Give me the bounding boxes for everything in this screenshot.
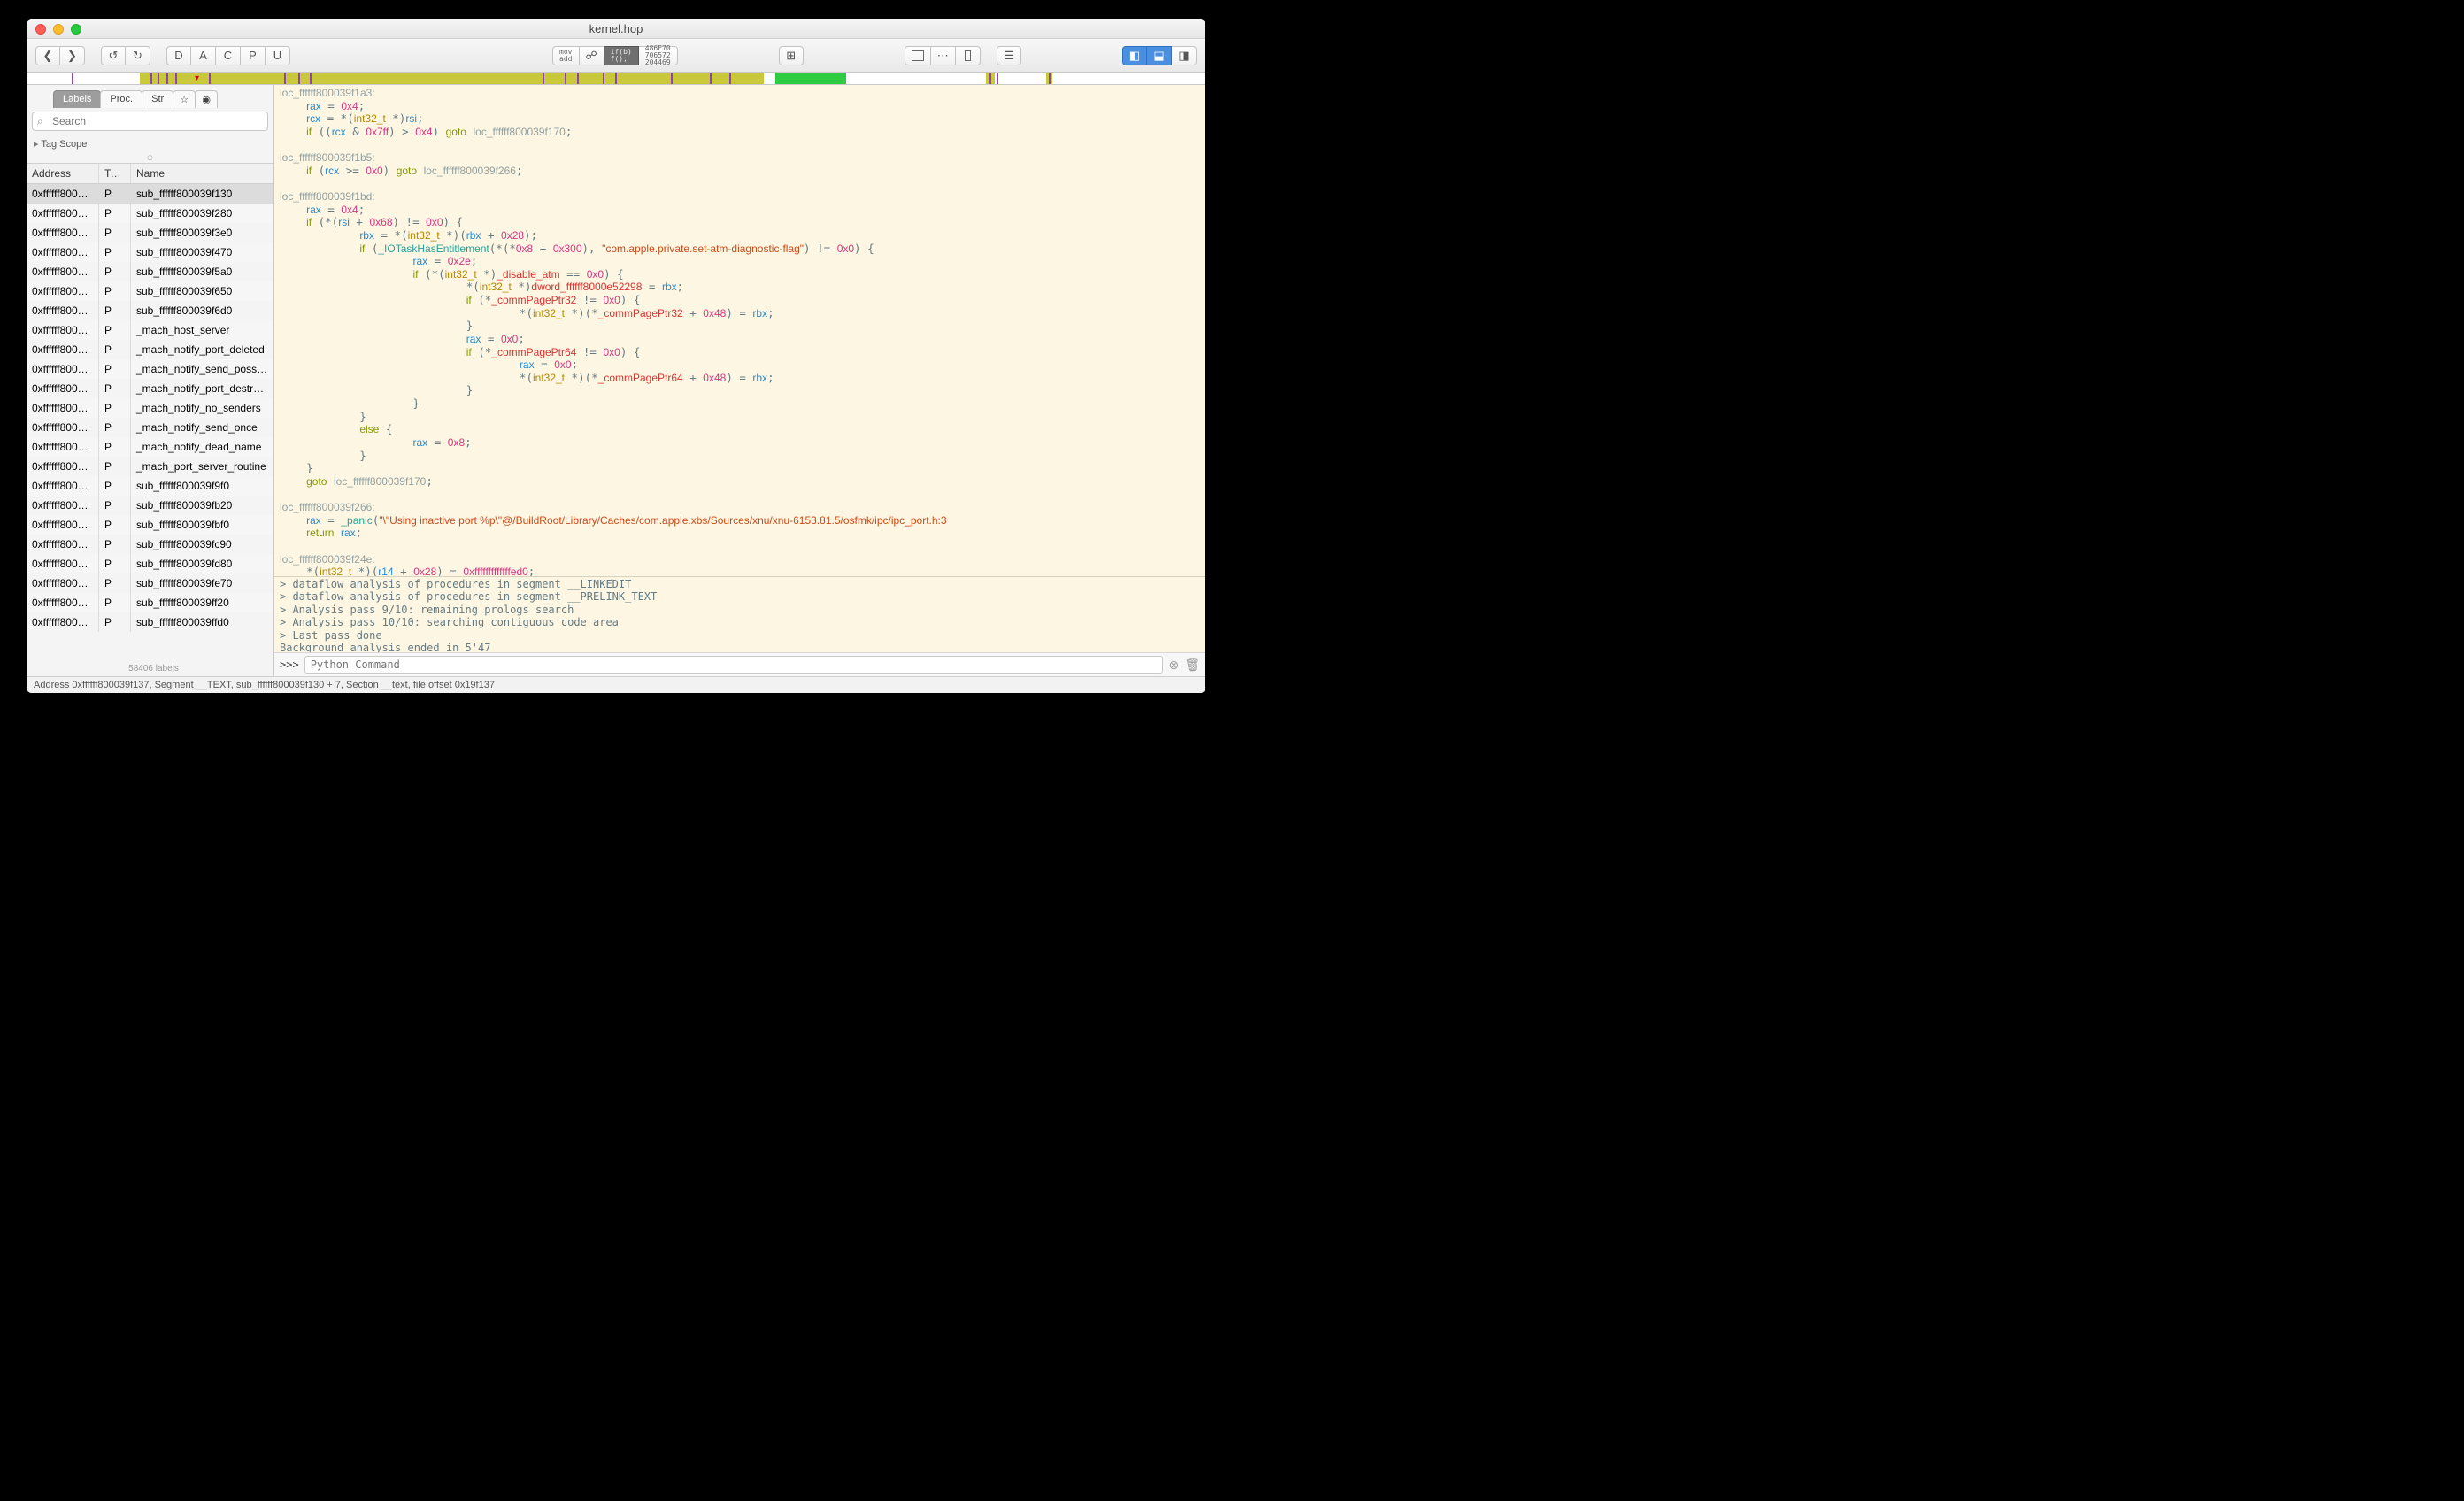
- asm-mode-button[interactable]: movadd: [552, 46, 579, 65]
- inspector-group: ◧ ⬓ ◨: [1122, 46, 1197, 65]
- panel-b-button[interactable]: ☰: [997, 46, 1021, 65]
- navigation-strip[interactable]: ▾: [27, 73, 1205, 85]
- dacpu-group: D A C P U: [166, 46, 290, 65]
- list-item[interactable]: 0xffffff8000…Psub_ffffff800039f650: [27, 281, 273, 301]
- list-item[interactable]: 0xffffff8000…Psub_ffffff800039f6d0: [27, 301, 273, 320]
- search-input[interactable]: [32, 112, 268, 131]
- bottom-panel-button[interactable]: ⬓: [1147, 46, 1172, 65]
- list-item[interactable]: 0xffffff8000…P_mach_port_server_routine: [27, 457, 273, 476]
- forward-button[interactable]: ❯: [60, 46, 85, 65]
- mark-undef-button[interactable]: U: [266, 46, 290, 65]
- list-item[interactable]: 0xffffff8000…Psub_ffffff800039ff20: [27, 593, 273, 612]
- list-item[interactable]: 0xffffff8000…Psub_ffffff800039fc90: [27, 535, 273, 554]
- labels-list: 0xffffff8000…Psub_ffffff800039f1300xffff…: [27, 184, 273, 661]
- undo-button[interactable]: ↺: [101, 46, 126, 65]
- list-item[interactable]: 0xffffff8000…Psub_ffffff800039fe70: [27, 573, 273, 593]
- panel-a1-button[interactable]: [905, 46, 931, 65]
- cpu-icon[interactable]: ⊞: [779, 46, 804, 65]
- command-line: >>> ⊗ 🗑: [274, 652, 1205, 676]
- list-item[interactable]: 0xffffff8000…P_mach_notify_send_possi…: [27, 359, 273, 379]
- sidebar: Labels Proc. Str ☆ ◉ ⌕ Tag Scope ⊙ Addre…: [27, 85, 274, 676]
- prompt-label: >>>: [280, 658, 299, 671]
- right-panel-button[interactable]: ◨: [1172, 46, 1197, 65]
- list-item[interactable]: 0xffffff8000…P_mach_notify_no_senders: [27, 398, 273, 418]
- back-button[interactable]: ❮: [35, 46, 60, 65]
- search-icon: ⌕: [37, 115, 43, 128]
- cfg-mode-button[interactable]: ☍: [580, 46, 604, 65]
- left-panel-button[interactable]: ◧: [1122, 46, 1147, 65]
- window-title: kernel.hop: [27, 22, 1205, 35]
- list-item[interactable]: 0xffffff8000…P_mach_notify_dead_name: [27, 437, 273, 457]
- list-item[interactable]: 0xffffff8000…Psub_ffffff800039f130: [27, 184, 273, 204]
- list-item[interactable]: 0xffffff8000…Psub_ffffff800039fb20: [27, 496, 273, 515]
- sidebar-tabs: Labels Proc. Str ☆ ◉: [27, 85, 273, 108]
- panel-a2-button[interactable]: [931, 46, 956, 65]
- clear-icon[interactable]: ⊗: [1168, 658, 1179, 673]
- python-command-input[interactable]: [304, 656, 1164, 674]
- tab-tags[interactable]: ◉: [195, 90, 218, 108]
- tab-labels[interactable]: Labels: [53, 90, 101, 108]
- pseudocode-mode-button[interactable]: if(b)f();: [604, 46, 639, 65]
- trash-icon[interactable]: 🗑: [1184, 658, 1200, 673]
- sidebar-footer: 58406 labels: [27, 661, 273, 676]
- list-item[interactable]: 0xffffff8000…Psub_ffffff800039f5a0: [27, 262, 273, 281]
- list-item[interactable]: 0xffffff8000…Psub_ffffff800039fbf0: [27, 515, 273, 535]
- layout-group-a: [905, 46, 981, 65]
- tab-proc[interactable]: Proc.: [100, 90, 142, 108]
- mark-proc-button[interactable]: P: [241, 46, 266, 65]
- titlebar: kernel.hop: [27, 19, 1205, 39]
- console-output: > dataflow analysis of procedures in seg…: [274, 576, 1205, 652]
- list-header: Address Type Name: [27, 163, 273, 184]
- list-item[interactable]: 0xffffff8000…P_mach_host_server: [27, 320, 273, 340]
- list-item[interactable]: 0xffffff8000…Psub_ffffff800039f280: [27, 204, 273, 223]
- list-item[interactable]: 0xffffff8000…Psub_ffffff800039f3e0: [27, 223, 273, 242]
- list-item[interactable]: 0xffffff8000…Psub_ffffff800039f470: [27, 242, 273, 262]
- list-item[interactable]: 0xffffff8000…P_mach_notify_port_deleted: [27, 340, 273, 359]
- nav-group: ❮ ❯: [35, 46, 85, 65]
- toolbar: ❮ ❯ ↺ ↻ D A C P U movadd ☍ if(b)f(); 486…: [27, 39, 1205, 73]
- list-item[interactable]: 0xffffff8000…Psub_ffffff800039f9f0: [27, 476, 273, 496]
- undo-group: ↺ ↻: [101, 46, 150, 65]
- mark-code-button[interactable]: C: [216, 46, 241, 65]
- panel-a3-button[interactable]: [956, 46, 981, 65]
- status-bar: Address 0xffffff800039f137, Segment __TE…: [27, 676, 1205, 693]
- list-item[interactable]: 0xffffff8000…P_mach_notify_send_once: [27, 418, 273, 437]
- app-window: kernel.hop ❮ ❯ ↺ ↻ D A C P U movadd ☍ if…: [27, 19, 1205, 693]
- list-item[interactable]: 0xffffff8000…Psub_ffffff800039ffd0: [27, 612, 273, 632]
- mark-ascii-button[interactable]: A: [191, 46, 216, 65]
- hex-mode-button[interactable]: 486F70706572204469: [639, 46, 678, 65]
- cursor-marker-icon: ▾: [195, 73, 199, 83]
- tab-bookmarks[interactable]: ☆: [173, 90, 196, 108]
- tab-str[interactable]: Str: [142, 90, 173, 108]
- list-item[interactable]: 0xffffff8000…Psub_ffffff800039fd80: [27, 554, 273, 573]
- main-panel: loc_ffffff800039f1a3: rax = 0x4; rcx = *…: [274, 85, 1205, 676]
- pseudocode-view[interactable]: loc_ffffff800039f1a3: rax = 0x4; rcx = *…: [274, 85, 1205, 576]
- list-item[interactable]: 0xffffff8000…P_mach_notify_port_destro…: [27, 379, 273, 398]
- view-mode-group: movadd ☍ if(b)f(); 486F70706572204469: [552, 46, 678, 65]
- redo-button[interactable]: ↻: [126, 46, 150, 65]
- tag-scope-toggle[interactable]: Tag Scope: [27, 135, 273, 153]
- mark-data-button[interactable]: D: [166, 46, 191, 65]
